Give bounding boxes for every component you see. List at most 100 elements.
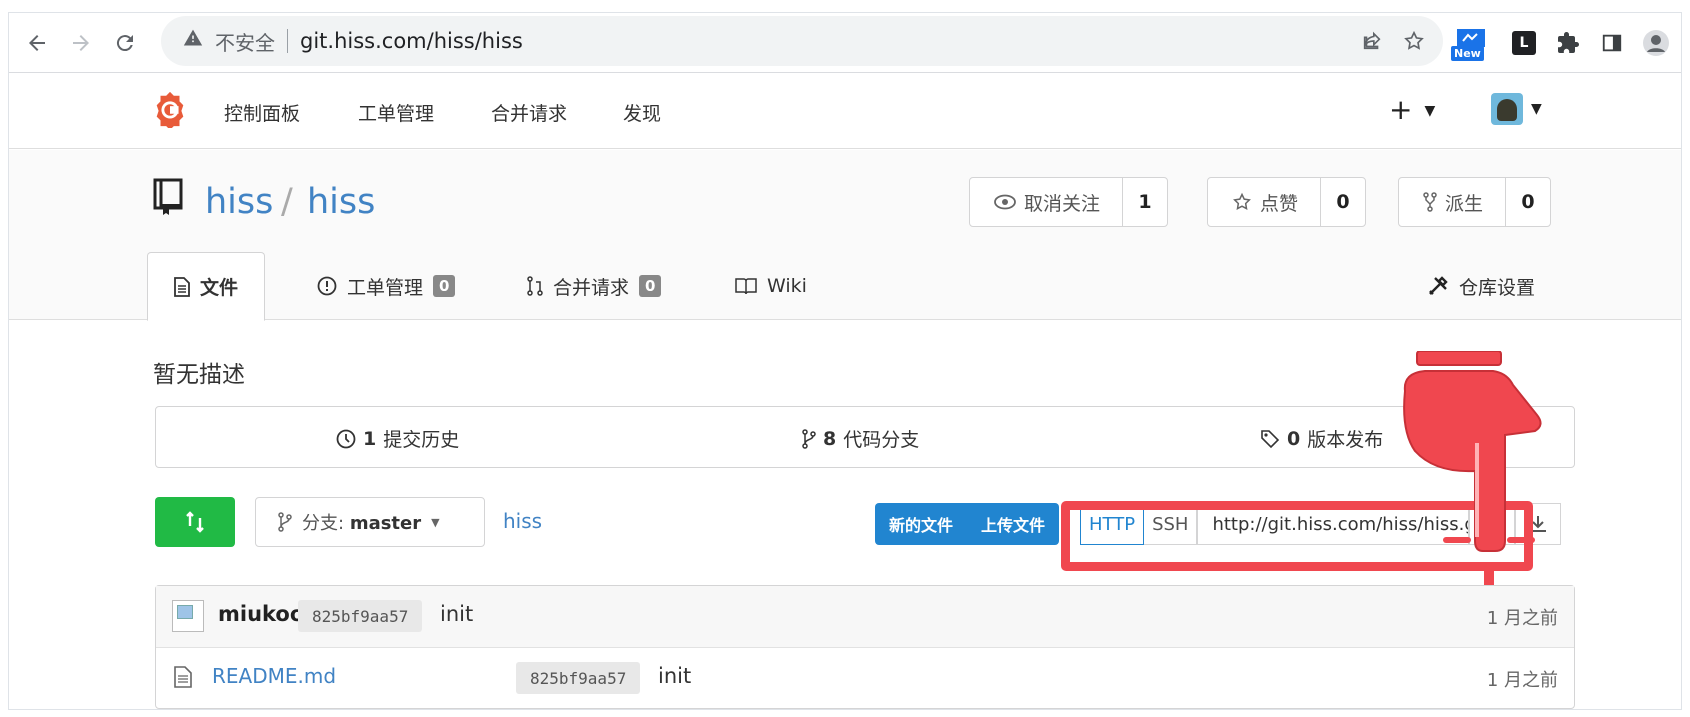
repo-book-icon [153, 178, 183, 215]
latest-commit-row: miukoo 825bf9aa57 init 1 月之前 [156, 586, 1574, 648]
tools-icon [1429, 276, 1448, 295]
star-bookmark-icon[interactable] [1403, 30, 1425, 52]
tab-pull-requests[interactable]: 合并请求 0 [501, 252, 687, 320]
caret-down-icon: ▼ [431, 515, 440, 529]
tab-files[interactable]: 文件 [147, 252, 266, 321]
pointing-hand-icon [1403, 351, 1542, 589]
fork-count[interactable]: 0 [1506, 191, 1550, 213]
caret-down-icon: ▼ [1531, 101, 1542, 117]
star-label: 点赞 [1260, 192, 1299, 215]
branch-icon [278, 512, 292, 532]
file-name-link[interactable]: README.md [212, 664, 336, 688]
address-bar[interactable]: 不安全 git.hiss.com/hiss/hiss [161, 16, 1443, 66]
repo-header: hiss / hiss 取消关注 1 点赞 0 派生 0 文件 工单管理 0 合… [9, 150, 1681, 321]
site-header: 控制面板 工单管理 合并请求 发现 + ▼ ▼ [9, 73, 1681, 149]
tab-issues[interactable]: 工单管理 0 [291, 252, 481, 320]
download-icon [1530, 516, 1547, 532]
file-icon [174, 666, 192, 688]
insecure-label: 不安全 [215, 30, 275, 55]
repo-stats-bar: 1 提交历史 8 代码分支 0 版本发布 [155, 406, 1575, 468]
arrow-right-icon [73, 35, 89, 51]
star-count[interactable]: 0 [1321, 191, 1365, 213]
plus-icon: + [1389, 93, 1413, 126]
user-menu[interactable]: ▼ [1491, 93, 1542, 125]
commit-message[interactable]: init [658, 664, 691, 688]
reload-button[interactable] [105, 23, 145, 63]
path-breadcrumb[interactable]: hiss [503, 509, 542, 533]
arrow-left-icon [29, 35, 45, 51]
pulls-count-badge: 0 [639, 275, 662, 297]
file-actions: 新的文件 上传文件 [875, 503, 1060, 545]
book-open-icon [735, 278, 757, 295]
create-menu[interactable]: + ▼ [1389, 93, 1435, 126]
profile-icon[interactable] [1641, 25, 1671, 61]
branch-icon [802, 428, 816, 449]
pull-request-icon [527, 276, 543, 296]
new-file-button[interactable]: 新的文件 [875, 503, 968, 545]
tab-wiki[interactable]: Wiki [709, 252, 833, 320]
watch-count[interactable]: 1 [1123, 191, 1167, 213]
star-icon [1233, 192, 1251, 210]
url-text[interactable]: git.hiss.com/hiss/hiss [300, 29, 523, 53]
nav-issues[interactable]: 工单管理 [358, 99, 434, 126]
clone-panel: HTTP SSH http://git.hiss.com/hiss/hiss.g… [1080, 503, 1562, 545]
tag-icon [1261, 429, 1280, 448]
branch-name: master [349, 513, 422, 534]
browser-window: 不安全 git.hiss.com/hiss/hiss New L 控制面板 工单… [8, 12, 1682, 710]
repo-name-link[interactable]: hiss [307, 182, 375, 222]
file-list: miukoo 825bf9aa57 init 1 月之前 README.md 8… [155, 585, 1575, 709]
share-icon[interactable] [1361, 30, 1383, 52]
copy-url-button[interactable] [1469, 503, 1516, 545]
nav-explore[interactable]: 发现 [623, 99, 661, 126]
issues-count-badge: 0 [433, 275, 456, 297]
fork-icon [1423, 192, 1437, 212]
new-badge: New [1451, 46, 1484, 61]
clone-url-input[interactable]: http://git.hiss.com/hiss/hiss.git [1197, 503, 1470, 545]
tab-settings[interactable]: 仓库设置 [1401, 252, 1561, 320]
forward-button[interactable] [61, 23, 101, 63]
puzzle-icon[interactable] [1553, 25, 1583, 61]
nav-pull-requests[interactable]: 合并请求 [491, 99, 567, 126]
commit-author[interactable]: miukoo [218, 602, 304, 626]
branch-prefix: 分支: [302, 513, 345, 534]
commit-sha-badge[interactable]: 825bf9aa57 [298, 600, 423, 632]
clone-ssh-button[interactable]: SSH [1144, 503, 1198, 545]
branches-stat[interactable]: 8 代码分支 [802, 425, 919, 452]
branch-dropdown[interactable]: 分支: master ▼ [255, 497, 485, 547]
repo-path-divider: / [281, 182, 293, 222]
gitea-logo-icon[interactable] [151, 90, 189, 128]
omnibox-actions [1361, 16, 1443, 66]
repo-description: 暂无描述 [153, 362, 245, 388]
upload-file-button[interactable]: 上传文件 [967, 503, 1060, 545]
watch-button[interactable]: 取消关注 1 [969, 177, 1169, 227]
back-button[interactable] [17, 23, 57, 63]
side-panel-icon[interactable] [1597, 25, 1627, 61]
avatar [1491, 93, 1523, 125]
compare-icon [186, 511, 204, 533]
fork-button[interactable]: 派生 0 [1398, 177, 1552, 227]
download-button[interactable] [1515, 503, 1562, 545]
history-icon [336, 429, 356, 448]
commit-age: 1 月之前 [1486, 670, 1558, 691]
avatar[interactable] [172, 600, 204, 632]
caret-down-icon: ▼ [1424, 103, 1436, 119]
copy-icon [1483, 514, 1502, 534]
repo-owner-link[interactable]: hiss [205, 182, 273, 222]
extension-l-icon[interactable]: L [1509, 25, 1539, 61]
divider [287, 29, 288, 53]
table-row: README.md 825bf9aa57 init 1 月之前 [156, 648, 1574, 709]
commit-age: 1 月之前 [1486, 608, 1558, 629]
star-button[interactable]: 点赞 0 [1207, 177, 1367, 227]
clone-http-button[interactable]: HTTP [1080, 503, 1145, 545]
watch-label: 取消关注 [1024, 192, 1101, 215]
fork-label: 派生 [1445, 192, 1484, 215]
compare-button[interactable] [155, 497, 235, 547]
commit-sha-badge[interactable]: 825bf9aa57 [516, 662, 641, 694]
reload-icon [116, 35, 133, 52]
issue-icon [317, 276, 337, 296]
nav-dashboard[interactable]: 控制面板 [224, 99, 300, 126]
commit-message[interactable]: init [440, 602, 473, 626]
commits-stat[interactable]: 1 提交历史 [336, 425, 459, 452]
releases-stat[interactable]: 0 版本发布 [1260, 425, 1383, 452]
extension-new-icon[interactable]: New [1451, 25, 1491, 61]
